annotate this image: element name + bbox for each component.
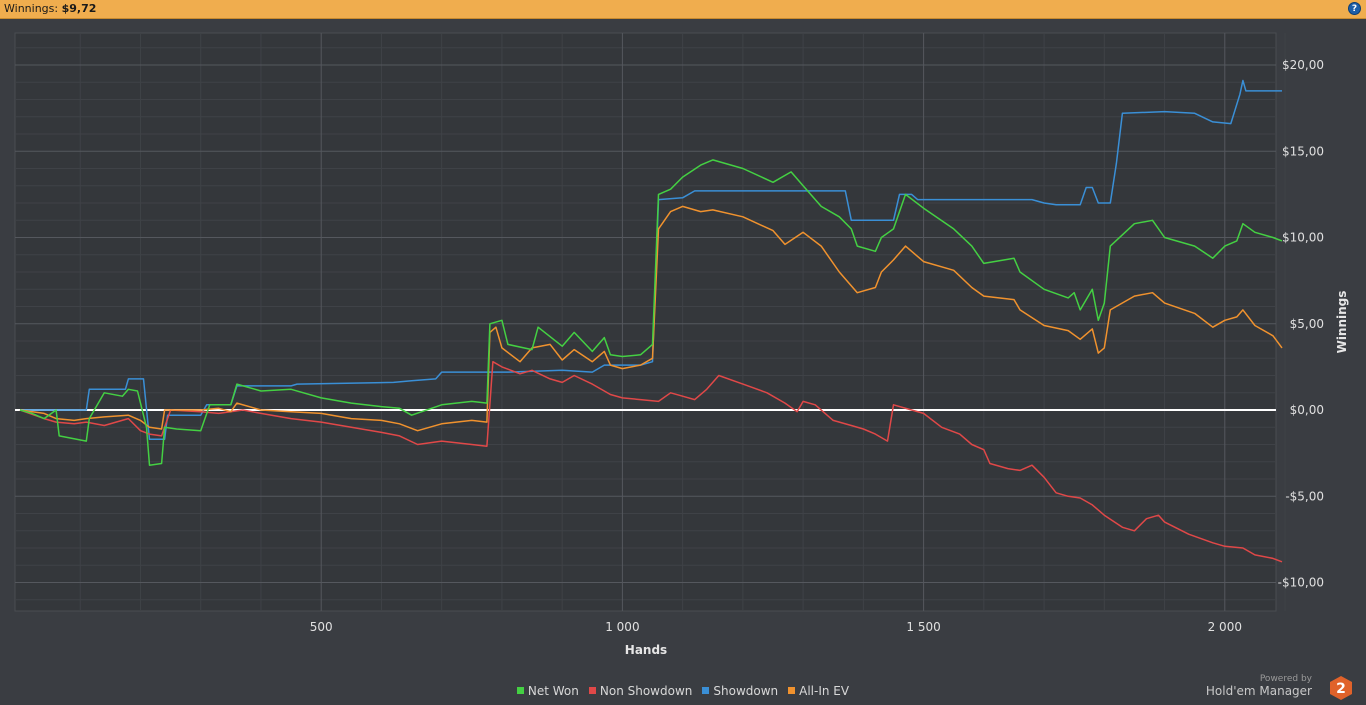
help-icon[interactable]: ? [1348, 2, 1361, 15]
branding: Powered by Hold'em Manager 2 [1192, 674, 1352, 702]
y-tick-label: $20,00 [1282, 58, 1324, 72]
logo-text: 2 [1336, 681, 1346, 697]
x-axis: 500 1 000 1 500 2 000 [310, 620, 1242, 634]
legend-label: Showdown [713, 684, 779, 698]
y-tick-label: $10,00 [1282, 231, 1324, 245]
legend-swatch-icon [702, 687, 710, 694]
winnings-value: $9,72 [61, 2, 97, 15]
legend-item[interactable]: Showdown [702, 684, 778, 698]
brand-name: Hold'em Manager [1205, 684, 1312, 698]
top-bar: Winnings: $9,72 ? [0, 0, 1366, 19]
legend-label: Net Won [527, 684, 579, 698]
x-tick-label: 500 [310, 620, 333, 634]
x-tick-label: 1 500 [906, 620, 940, 634]
x-tick-label: 2 000 [1208, 620, 1242, 634]
y-tick-label: -$10,00 [1278, 576, 1324, 590]
winnings-label: Winnings: [4, 2, 59, 15]
legend-swatch-icon [788, 687, 796, 694]
winnings-summary: Winnings: $9,72 [4, 2, 96, 15]
y-tick-label: $5,00 [1290, 317, 1324, 331]
plot-area [14, 32, 1277, 612]
legend-item[interactable]: Non Showdown [588, 684, 693, 698]
x-axis-label: Hands [625, 643, 667, 657]
y-tick-label: $15,00 [1282, 144, 1324, 158]
y-axis-label: Winnings [1335, 291, 1349, 354]
holdem-manager-logo-icon: 2 [1330, 676, 1352, 700]
legend-item[interactable]: Net Won [516, 684, 579, 698]
legend-label: Non Showdown [599, 684, 693, 698]
x-tick-label: 1 000 [605, 620, 639, 634]
legend-swatch-icon [588, 687, 596, 694]
powered-by-text: Powered by [1259, 674, 1312, 684]
legend-swatch-icon [516, 687, 524, 694]
legend-label: All-In EV [799, 684, 850, 698]
winnings-chart: 500 1 000 1 500 2 000 $20,00 $15,00 $10,00 $5,… [14, 32, 1349, 657]
legend: Net Won Non Showdown Showdown All-In EV [0, 684, 1366, 698]
y-tick-label: -$5,00 [1285, 489, 1324, 503]
legend-item[interactable]: All-In EV [788, 684, 849, 698]
y-tick-label: $0,00 [1290, 403, 1324, 417]
